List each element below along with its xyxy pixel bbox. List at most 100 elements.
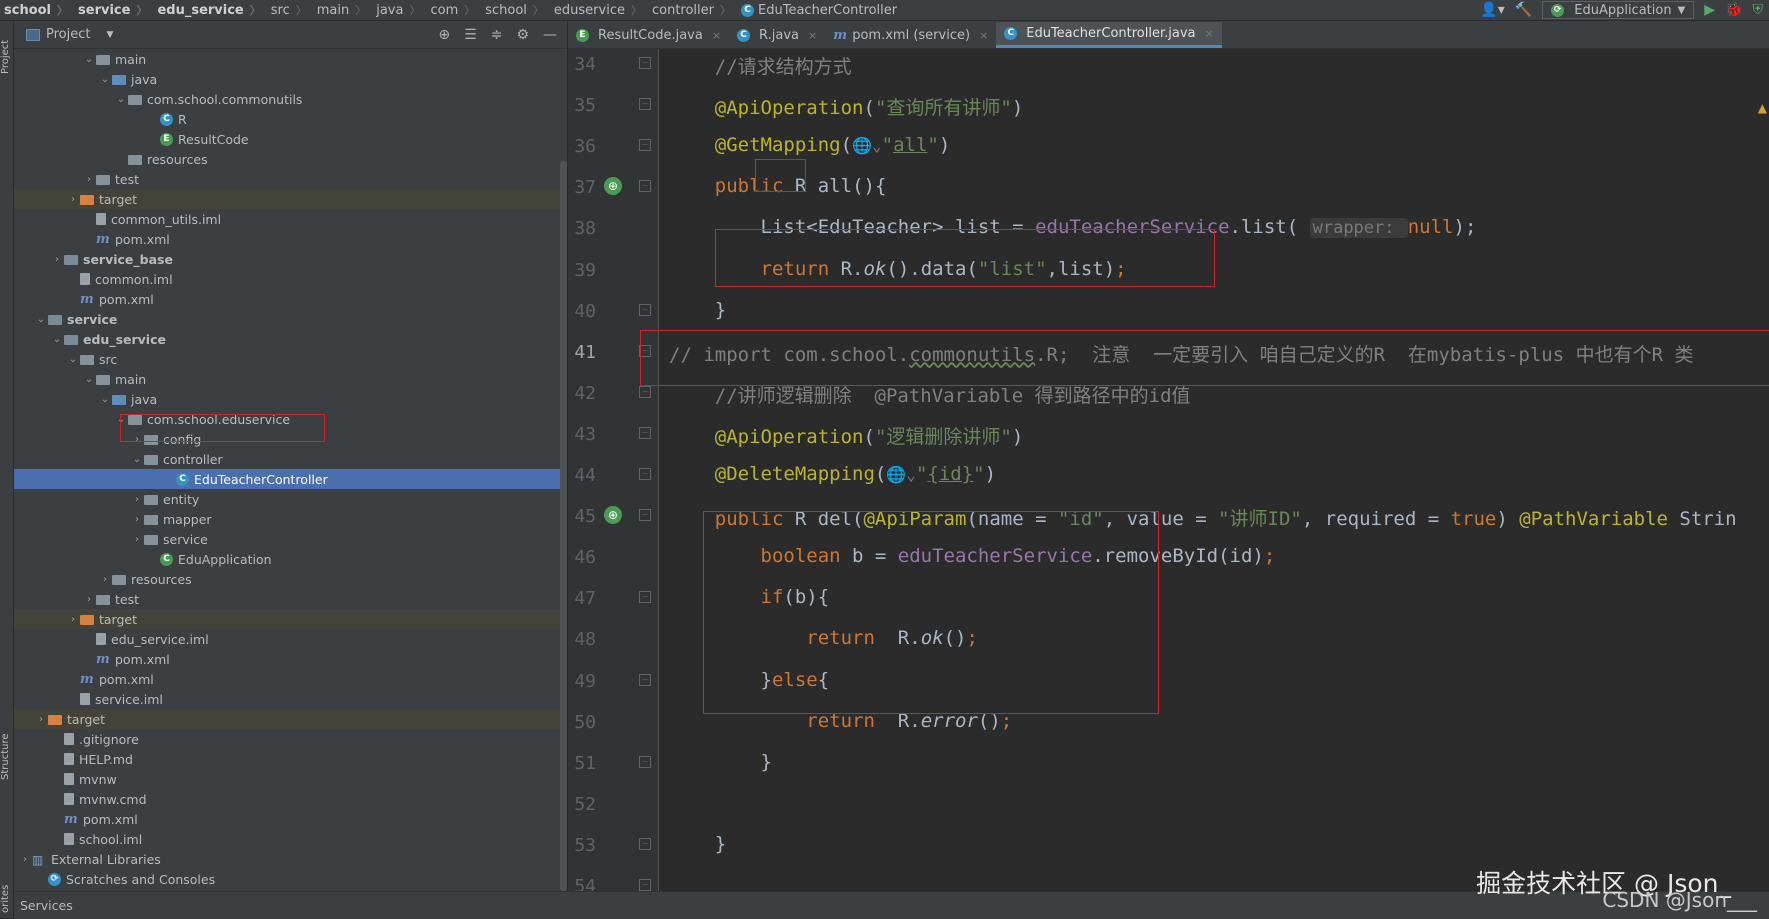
tree-item[interactable]: mvnw.cmd: [14, 789, 567, 809]
coverage-icon[interactable]: ⛨: [1753, 2, 1764, 18]
tree-item[interactable]: .gitignore: [14, 729, 567, 749]
chevron-down-icon[interactable]: ⌄: [98, 394, 112, 405]
chevron-right-icon[interactable]: ›: [66, 194, 80, 205]
code-line[interactable]: @DeleteMapping(🌐⌄"{id}"): [568, 455, 1769, 496]
project-tool-tab[interactable]: Project: [0, 27, 13, 87]
tree-item[interactable]: › service_base: [14, 249, 567, 269]
code-line[interactable]: //请求结构方式: [568, 49, 1769, 85]
tree-item[interactable]: ⌄ main: [14, 49, 567, 69]
code-line[interactable]: @ApiOperation("查询所有讲师"): [568, 85, 1769, 126]
tree-item[interactable]: › target: [14, 609, 567, 629]
run-configuration-select[interactable]: ⟳ EduApplication ▼: [1542, 1, 1695, 19]
tree-item[interactable]: ⟳ Scratches and Consoles: [14, 869, 567, 889]
chevron-right-icon[interactable]: ›: [50, 254, 64, 265]
chevron-down-icon[interactable]: ⌄: [82, 374, 96, 385]
globe-icon[interactable]: 🌐⌄: [852, 136, 882, 155]
tree-item[interactable]: CR: [14, 109, 567, 129]
collapse-all-icon[interactable]: ≑: [491, 27, 503, 43]
user-icon[interactable]: 👤▾: [1480, 2, 1504, 18]
code-line[interactable]: }: [568, 743, 1769, 784]
tree-item[interactable]: › target: [14, 189, 567, 209]
breadcrumb-item[interactable]: eduservice 〉: [550, 0, 648, 20]
chevron-right-icon[interactable]: ›: [98, 574, 112, 585]
chevron-down-icon[interactable]: ⌄: [66, 354, 80, 365]
tree-item[interactable]: › entity: [14, 489, 567, 509]
breadcrumb-current[interactable]: C EduTeacherController: [737, 0, 903, 20]
services-tab-label[interactable]: Services: [20, 898, 73, 913]
chevron-down-icon[interactable]: ⌄: [98, 74, 112, 85]
editor-tab[interactable]: C EduTeacherController.java ×: [996, 22, 1222, 48]
tree-item[interactable]: edu_service.iml: [14, 629, 567, 649]
tree-item[interactable]: ⌄ com.school.commonutils: [14, 89, 567, 109]
gear-icon[interactable]: ⚙: [516, 27, 529, 43]
breadcrumb-item[interactable]: controller 〉: [648, 0, 737, 20]
tree-item[interactable]: mvnw: [14, 769, 567, 789]
code-editor[interactable]: 34−35−36−37 ⊕ −38 39 40−41−42−43−44−45 ⊕ −46 47…: [568, 49, 1769, 891]
tree-item[interactable]: m pom.xml: [14, 649, 567, 669]
chevron-right-icon[interactable]: ›: [66, 614, 80, 625]
code-line[interactable]: @ApiOperation("逻辑删除讲师"): [568, 414, 1769, 455]
chevron-right-icon[interactable]: ›: [130, 534, 144, 545]
tree-item[interactable]: ⌄ main: [14, 369, 567, 389]
structure-tool-tab[interactable]: Structure: [0, 721, 13, 793]
tree-item[interactable]: ⌄ src: [14, 349, 567, 369]
editor-tab[interactable]: E ResultCode.java ×: [568, 22, 729, 48]
breadcrumb-item[interactable]: school 〉: [481, 0, 550, 20]
chevron-right-icon[interactable]: ›: [130, 494, 144, 505]
tree-item[interactable]: › resources: [14, 569, 567, 589]
editor-tab[interactable]: C R.java ×: [729, 22, 825, 48]
minimize-icon[interactable]: —: [543, 27, 557, 43]
tree-item[interactable]: HELP.md: [14, 749, 567, 769]
breadcrumb-item[interactable]: service 〉: [74, 0, 153, 20]
chevron-down-icon[interactable]: ⌄: [34, 314, 48, 325]
tree-item[interactable]: › ▥ External Libraries: [14, 849, 567, 869]
code-line[interactable]: @GetMapping(🌐⌄"all"): [568, 126, 1769, 167]
tree-item[interactable]: m pom.xml: [14, 289, 567, 309]
debug-icon[interactable]: 🐞: [1725, 2, 1742, 18]
tree-item[interactable]: ⌄ edu_service: [14, 329, 567, 349]
close-icon[interactable]: ×: [808, 29, 817, 42]
close-icon[interactable]: ×: [1205, 27, 1214, 40]
tree-item[interactable]: service.iml: [14, 689, 567, 709]
globe-icon[interactable]: 🌐⌄: [886, 465, 916, 484]
build-hammer-icon[interactable]: 🔨: [1515, 2, 1532, 18]
tree-item[interactable]: resources: [14, 149, 567, 169]
breadcrumb-item[interactable]: main 〉: [313, 0, 372, 20]
chevron-right-icon[interactable]: ›: [82, 594, 96, 605]
tree-item[interactable]: common.iml: [14, 269, 567, 289]
warning-icon[interactable]: ▲: [1758, 101, 1767, 115]
run-icon[interactable]: ▶: [1704, 2, 1715, 18]
breadcrumb-item[interactable]: java 〉: [372, 0, 426, 20]
tree-item[interactable]: ⌄ java: [14, 389, 567, 409]
chevron-right-icon[interactable]: ›: [18, 854, 32, 865]
tree-item[interactable]: m pom.xml: [14, 669, 567, 689]
breadcrumb-item[interactable]: school 〉: [0, 0, 74, 20]
tree-item[interactable]: school.iml: [14, 829, 567, 849]
tree-item[interactable]: m pom.xml: [14, 809, 567, 829]
favorites-tool-tab[interactable]: orites: [0, 881, 13, 917]
tree-item[interactable]: common_utils.iml: [14, 209, 567, 229]
editor-tab[interactable]: m pom.xml (service) ×: [825, 22, 996, 48]
close-icon[interactable]: ×: [712, 29, 721, 42]
breadcrumb-item[interactable]: com 〉: [426, 0, 481, 20]
chevron-down-icon[interactable]: ⌄: [50, 334, 64, 345]
chevron-right-icon[interactable]: ›: [34, 714, 48, 725]
code-line[interactable]: public R all(){: [568, 167, 1769, 208]
tree-item[interactable]: E ResultCode: [14, 129, 567, 149]
tree-item[interactable]: C EduTeacherController: [14, 469, 567, 489]
project-view-selector[interactable]: Project ▼: [14, 27, 113, 42]
tree-item[interactable]: ⌄ controller: [14, 449, 567, 469]
chevron-right-icon[interactable]: ›: [82, 174, 96, 185]
chevron-right-icon[interactable]: ›: [130, 514, 144, 525]
tree-item[interactable]: C EduApplication: [14, 549, 567, 569]
tree-item[interactable]: › target: [14, 709, 567, 729]
chevron-down-icon[interactable]: ⌄: [130, 454, 144, 465]
tree-item[interactable]: ⌄ service: [14, 309, 567, 329]
tree-item[interactable]: m pom.xml: [14, 229, 567, 249]
chevron-down-icon[interactable]: ⌄: [82, 54, 96, 65]
expand-all-icon[interactable]: ☰: [464, 27, 477, 43]
chevron-down-icon[interactable]: ⌄: [114, 94, 128, 105]
tree-item[interactable]: › service: [14, 529, 567, 549]
code-line[interactable]: }: [568, 825, 1769, 866]
tree-item[interactable]: › test: [14, 169, 567, 189]
